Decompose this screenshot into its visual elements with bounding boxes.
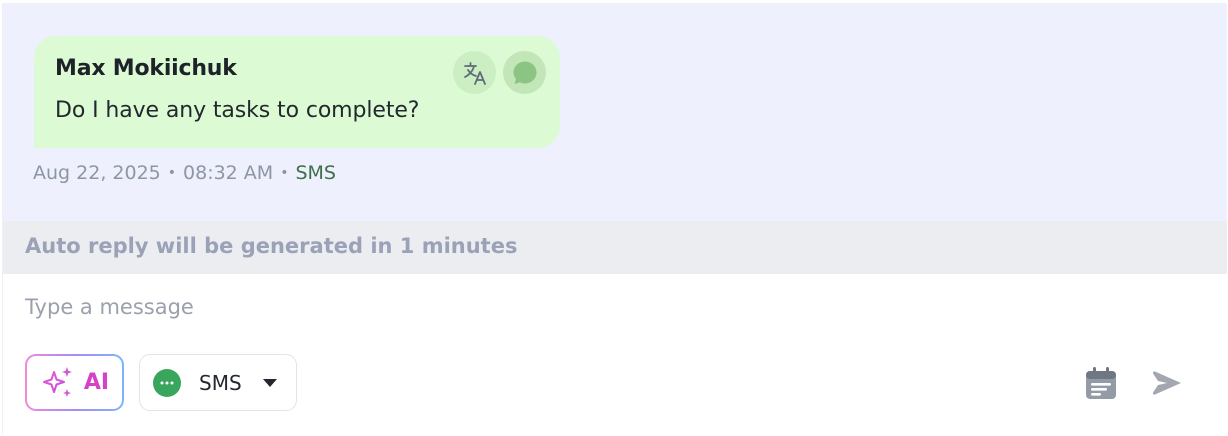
auto-reply-text: Auto reply will be generated in 1 minute… xyxy=(25,234,518,258)
message-thread: Max Mokiichuk Do I have any tasks to com… xyxy=(3,4,1227,221)
message-meta: Aug 22, 2025 • 08:32 AM • SMS xyxy=(33,162,336,184)
message-input[interactable] xyxy=(25,292,925,322)
sender-name: Max Mokiichuk xyxy=(55,56,237,81)
send-icon xyxy=(1152,371,1181,395)
channel-select-value: SMS xyxy=(199,370,242,395)
meta-separator: • xyxy=(280,165,289,181)
channel-select[interactable]: SMS xyxy=(139,354,297,411)
schedule-button[interactable] xyxy=(1085,366,1117,400)
ai-label: AI xyxy=(83,370,110,395)
message-bubble: Max Mokiichuk Do I have any tasks to com… xyxy=(34,36,560,148)
channel-message-button[interactable] xyxy=(503,51,546,94)
send-button[interactable] xyxy=(1150,368,1184,398)
chat-bubble-icon xyxy=(513,61,536,84)
sms-icon xyxy=(153,368,181,397)
auto-reply-banner: Auto reply will be generated in 1 minute… xyxy=(3,221,1227,274)
translate-icon xyxy=(463,61,486,85)
message-date: Aug 22, 2025 xyxy=(33,162,161,184)
ai-button[interactable]: AI xyxy=(25,354,124,411)
chevron-down-icon xyxy=(263,379,277,387)
message-text: Do I have any tasks to complete? xyxy=(55,98,420,123)
message-time: 08:32 AM xyxy=(183,162,274,184)
calendar-icon xyxy=(1086,367,1116,399)
message-channel: SMS xyxy=(295,162,336,184)
message-composer: AI SMS xyxy=(3,274,1227,435)
meta-separator: • xyxy=(167,165,177,181)
sparkles-icon xyxy=(42,366,72,397)
chat-panel: Max Mokiichuk Do I have any tasks to com… xyxy=(2,3,1227,435)
translate-button[interactable] xyxy=(453,51,496,94)
